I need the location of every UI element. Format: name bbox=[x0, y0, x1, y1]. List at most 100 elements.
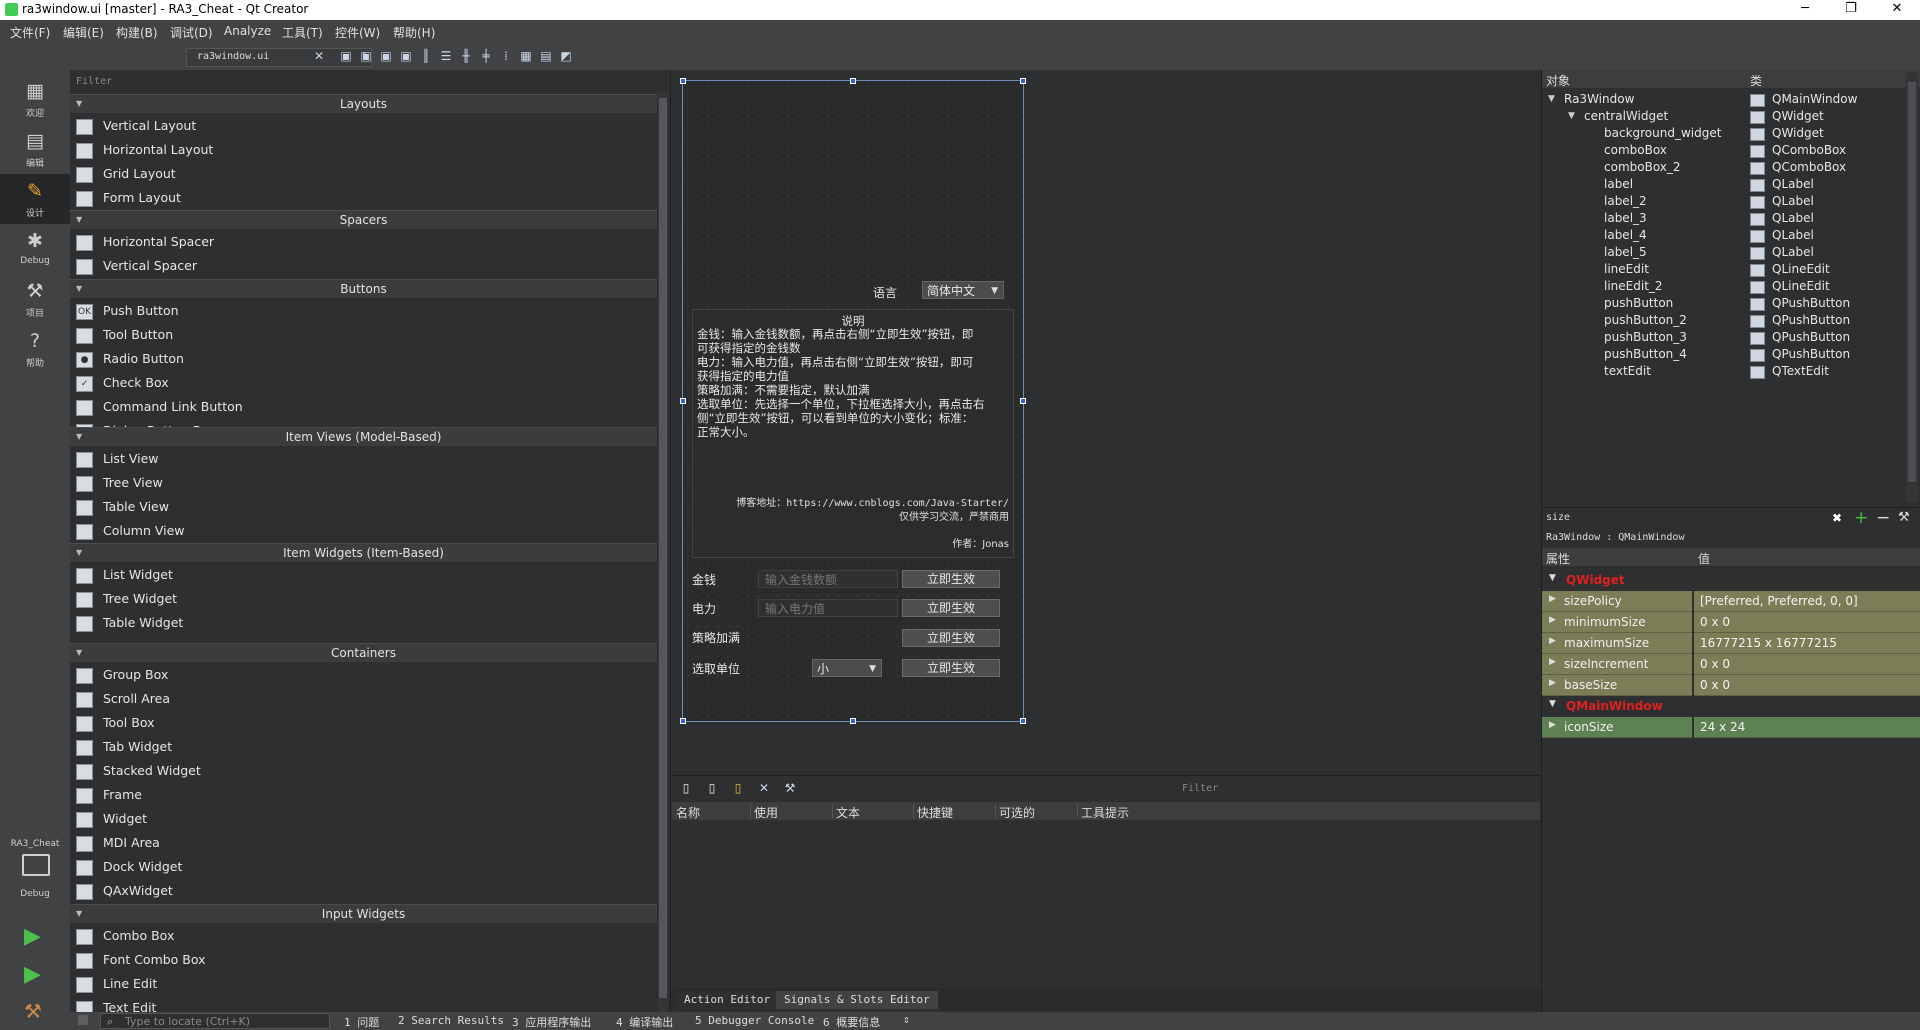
resize-handle[interactable] bbox=[850, 78, 856, 84]
widget-item[interactable]: Stacked Widget bbox=[76, 759, 656, 783]
maximize-button[interactable]: ❐ bbox=[1828, 0, 1874, 20]
widget-item[interactable]: Grid Layout bbox=[76, 162, 656, 186]
widget-item[interactable]: Line Edit bbox=[76, 972, 656, 996]
property-row[interactable]: ▶ baseSize 0 x 0 bbox=[1542, 675, 1920, 696]
property-row[interactable]: ▶ maximumSize 16777215 x 16777215 bbox=[1542, 633, 1920, 654]
widget-item[interactable]: Font Combo Box bbox=[76, 948, 656, 972]
property-section-qmainwindow[interactable]: ▼ QMainWindow bbox=[1542, 696, 1920, 716]
object-row[interactable]: textEdit QTextEdit bbox=[1542, 363, 1904, 380]
chevron-right-icon[interactable]: ▶ bbox=[1549, 594, 1556, 604]
menu-file[interactable]: 文件(F) bbox=[10, 24, 50, 41]
resize-handle[interactable] bbox=[680, 78, 686, 84]
unit-size-combo[interactable]: 小 ▼ bbox=[812, 659, 882, 677]
widget-item[interactable]: MDI Area bbox=[76, 831, 656, 855]
mode-projects[interactable]: ⚒ 项目 bbox=[0, 274, 70, 324]
toggle-sidebar-icon[interactable] bbox=[78, 1015, 88, 1025]
widget-item[interactable]: Tool Button bbox=[76, 323, 656, 347]
property-value-cell[interactable]: 16777215 x 16777215 bbox=[1694, 633, 1920, 654]
paste-action-icon[interactable]: ▯ bbox=[732, 782, 744, 794]
widget-box-filter[interactable]: Filter bbox=[70, 72, 670, 90]
menu-analyze[interactable]: Analyze bbox=[224, 24, 271, 38]
widget-item[interactable]: QAxWidget bbox=[76, 879, 656, 903]
layout-form-icon[interactable]: ⁞ bbox=[500, 50, 512, 62]
widget-box-scrollbar[interactable] bbox=[658, 92, 668, 1012]
run-icon[interactable]: ▶ bbox=[24, 924, 41, 949]
expand-arrow-icon[interactable]: ▼ bbox=[1548, 94, 1555, 104]
money-apply-button[interactable]: 立即生效 bbox=[902, 570, 1000, 588]
object-row[interactable]: pushButton_4 QPushButton bbox=[1542, 346, 1904, 363]
edit-widgets-icon[interactable]: ▣ bbox=[340, 50, 352, 62]
widget-item[interactable]: ✓ Check Box bbox=[76, 371, 656, 395]
object-row[interactable]: background_widget QWidget bbox=[1542, 125, 1904, 142]
property-section-qwidget[interactable]: ▼ QWidget bbox=[1542, 570, 1920, 590]
chevron-right-icon[interactable]: ▶ bbox=[1549, 678, 1556, 688]
widget-item[interactable]: Group Box bbox=[76, 663, 656, 687]
widget-item[interactable]: Table Widget bbox=[76, 611, 656, 635]
add-property-icon[interactable]: + bbox=[1854, 508, 1868, 528]
split-horizontal-icon[interactable]: ╫ bbox=[460, 50, 472, 62]
instructions-text-edit[interactable]: 说明 金钱：输入金钱数额，再点击右侧“立即生效”按钮，即 可获得指定的金钱数 电力：… bbox=[692, 309, 1014, 558]
object-row[interactable]: comboBox_2 QComboBox bbox=[1542, 159, 1904, 176]
chevron-right-icon[interactable]: ▶ bbox=[1549, 657, 1556, 667]
widget-item[interactable]: Scroll Area bbox=[76, 687, 656, 711]
edit-signals-icon[interactable]: ▣ bbox=[360, 50, 372, 62]
col-checkable[interactable]: 可选的 bbox=[999, 804, 1035, 821]
col-used[interactable]: 使用 bbox=[754, 804, 778, 821]
menu-edit[interactable]: 编辑(E) bbox=[63, 24, 104, 41]
widget-item[interactable]: Table View bbox=[76, 495, 656, 519]
chevron-right-icon[interactable]: ▶ bbox=[1549, 615, 1556, 625]
splitter[interactable] bbox=[670, 70, 671, 1012]
widget-item[interactable]: Command Link Button bbox=[76, 395, 656, 419]
object-row[interactable]: comboBox QComboBox bbox=[1542, 142, 1904, 159]
widget-item[interactable]: Vertical Spacer bbox=[76, 254, 656, 278]
category-header[interactable]: ▼ Containers bbox=[70, 643, 657, 662]
close-document-icon[interactable]: ✕ bbox=[313, 50, 325, 62]
widget-item[interactable]: Tree Widget bbox=[76, 587, 656, 611]
widget-item[interactable]: OK Push Button bbox=[76, 299, 656, 323]
unit-apply-button[interactable]: 立即生效 bbox=[902, 659, 1000, 677]
col-class[interactable]: 类 bbox=[1750, 72, 1762, 89]
configure-icon[interactable]: ⚒ bbox=[1898, 510, 1910, 525]
pane-issues[interactable]: 1 问题 bbox=[344, 1014, 379, 1030]
object-row[interactable]: ▼ Ra3Window QMainWindow bbox=[1542, 91, 1904, 108]
col-property[interactable]: 属性 bbox=[1546, 550, 1570, 567]
remove-property-icon[interactable]: − bbox=[1876, 508, 1890, 528]
copy-action-icon[interactable]: ▯ bbox=[706, 782, 718, 794]
col-tooltip[interactable]: 工具提示 bbox=[1081, 804, 1129, 821]
object-row[interactable]: label_2 QLabel bbox=[1542, 193, 1904, 210]
object-row[interactable]: label_4 QLabel bbox=[1542, 227, 1904, 244]
scrollbar-thumb[interactable] bbox=[659, 98, 667, 998]
pane-debugger-console[interactable]: 5 Debugger Console bbox=[695, 1014, 814, 1027]
strategy-apply-button[interactable]: 立即生效 bbox=[902, 629, 1000, 647]
category-header[interactable]: ▼ Buttons bbox=[70, 279, 657, 298]
menu-controls[interactable]: 控件(W) bbox=[335, 24, 380, 41]
menu-tools[interactable]: 工具(T) bbox=[282, 24, 323, 41]
property-value-cell[interactable]: 0 x 0 bbox=[1694, 654, 1920, 675]
chevron-right-icon[interactable]: ▶ bbox=[1549, 720, 1556, 730]
object-row[interactable]: pushButton QPushButton bbox=[1542, 295, 1904, 312]
widget-item[interactable]: Tree View bbox=[76, 471, 656, 495]
category-header[interactable]: ▼ Input Widgets bbox=[70, 904, 657, 923]
monitor-icon[interactable] bbox=[22, 854, 50, 876]
layout-vertical-icon[interactable]: ☰ bbox=[440, 50, 452, 62]
widget-item[interactable]: ● Radio Button bbox=[76, 347, 656, 371]
money-line-edit[interactable]: 输入金钱数额 bbox=[758, 570, 898, 588]
widget-item[interactable]: Frame bbox=[76, 783, 656, 807]
col-text[interactable]: 文本 bbox=[836, 804, 860, 821]
property-row[interactable]: ▶ sizeIncrement 0 x 0 bbox=[1542, 654, 1920, 675]
edit-buddies-icon[interactable]: ▣ bbox=[380, 50, 392, 62]
col-value[interactable]: 值 bbox=[1698, 550, 1710, 567]
widget-item[interactable]: Widget bbox=[76, 807, 656, 831]
build-hammer-icon[interactable]: ⚒ bbox=[24, 999, 42, 1023]
widget-item[interactable]: Column View bbox=[76, 519, 656, 543]
expand-arrow-icon[interactable]: ▼ bbox=[1568, 111, 1575, 121]
property-value-cell[interactable]: 0 x 0 bbox=[1694, 675, 1920, 696]
edit-tab-order-icon[interactable]: ▣ bbox=[400, 50, 412, 62]
property-row[interactable]: ▶ sizePolicy [Preferred, Preferred, 0, 0] bbox=[1542, 591, 1920, 612]
property-value-cell[interactable]: 0 x 0 bbox=[1694, 612, 1920, 633]
resize-handle[interactable] bbox=[1020, 718, 1026, 724]
break-layout-icon[interactable]: ▤ bbox=[540, 50, 552, 62]
action-filter[interactable]: Filter bbox=[1182, 783, 1218, 794]
resize-handle[interactable] bbox=[680, 718, 686, 724]
power-line-edit[interactable]: 输入电力值 bbox=[758, 599, 898, 617]
